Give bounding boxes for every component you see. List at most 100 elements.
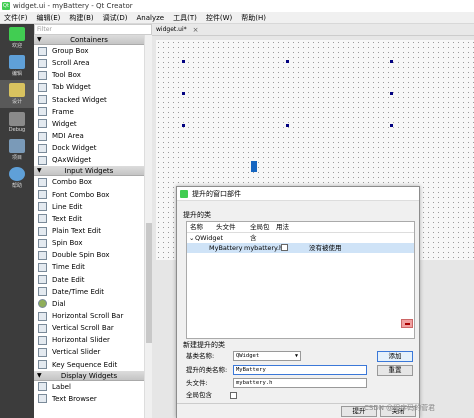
chevron-down-icon: ▼ xyxy=(294,353,298,359)
horizontal-slider-icon xyxy=(38,335,47,345)
menu-debug[interactable]: 调试(D) xyxy=(103,13,128,23)
selection-handle[interactable] xyxy=(390,124,393,127)
vertical-slider-icon xyxy=(38,347,47,357)
chevron-down-icon: ▼ xyxy=(37,371,42,379)
mode-selector: 欢迎 编辑 设计 Debug 项目 帮助 xyxy=(0,24,34,418)
widget-item-vertical-slider[interactable]: Vertical Slider xyxy=(34,346,144,358)
menu-analyze[interactable]: Analyze xyxy=(137,14,165,22)
widget-item-dock-widget[interactable]: Dock Widget xyxy=(34,142,144,154)
widget-item-time-edit[interactable]: Time Edit xyxy=(34,261,144,273)
category-input-widgets[interactable]: ▼ Input Widgets xyxy=(34,166,144,177)
mode-welcome[interactable]: 欢迎 xyxy=(0,24,34,52)
dialog-title-bar: 提升的窗口部件 xyxy=(177,187,419,201)
menu-help[interactable]: 帮助(H) xyxy=(241,13,266,23)
category-containers[interactable]: ▼ Containers xyxy=(34,35,144,45)
widget-filter-input[interactable]: Filter xyxy=(34,24,152,35)
menu-tools[interactable]: 工具(T) xyxy=(173,13,197,23)
col-global: 全局包含 xyxy=(250,223,270,242)
header-file-input[interactable]: mybattery.h xyxy=(233,378,367,388)
close-icon[interactable]: × xyxy=(193,26,199,34)
selection-handle[interactable] xyxy=(182,124,185,127)
base-class-combo[interactable]: QWidget ▼ xyxy=(233,351,301,361)
widget-item-mdi-area[interactable]: MDI Area xyxy=(34,130,144,142)
selection-handle[interactable] xyxy=(182,92,185,95)
selection-handle[interactable] xyxy=(390,92,393,95)
edit-icon xyxy=(9,55,25,69)
widget-item-scroll-area[interactable]: Scroll Area xyxy=(34,57,144,69)
widget-item-date-edit[interactable]: Date Edit xyxy=(34,274,144,286)
label-icon xyxy=(38,382,47,392)
widget-item-text-edit[interactable]: Text Edit xyxy=(34,213,144,225)
mode-help[interactable]: 帮助 xyxy=(0,164,34,192)
selection-handle[interactable] xyxy=(182,60,185,63)
promoted-widgets-dialog: 提升的窗口部件 提升的类 名称 头文件 全局包含 用法 ⌄ QWidget My… xyxy=(176,186,420,418)
menu-build[interactable]: 构建(B) xyxy=(69,13,93,23)
widget-item-frame[interactable]: Frame xyxy=(34,106,144,118)
expand-arrow-icon[interactable]: ⌄ xyxy=(187,233,195,243)
mode-edit[interactable]: 编辑 xyxy=(0,52,34,80)
widget-item-group-box[interactable]: Group Box xyxy=(34,45,144,57)
menu-file[interactable]: 文件(F) xyxy=(4,13,28,23)
delete-button[interactable] xyxy=(401,319,413,328)
menu-edit[interactable]: 编辑(E) xyxy=(37,13,61,23)
widget-item-double-spin-box[interactable]: Double Spin Box xyxy=(34,249,144,261)
mdi-area-icon xyxy=(38,131,47,141)
tree-row-base[interactable]: ⌄ QWidget xyxy=(187,233,414,243)
font-combo-box-icon xyxy=(38,190,47,200)
mode-project[interactable]: 项目 xyxy=(0,136,34,164)
widget-item-label[interactable]: Label xyxy=(34,381,144,393)
mode-debug[interactable]: Debug xyxy=(0,108,34,136)
global-include-checkbox[interactable] xyxy=(281,244,288,251)
widget-item-horizontal-scroll-bar[interactable]: Horizontal Scroll Bar xyxy=(34,310,144,322)
stacked-widget-icon xyxy=(38,95,47,105)
plain-text-edit-icon xyxy=(38,226,47,236)
widget-item-stacked-widget[interactable]: Stacked Widget xyxy=(34,94,144,106)
text-browser-icon xyxy=(38,394,47,404)
reset-button[interactable]: 重置 xyxy=(377,365,413,376)
widget-item-spin-box[interactable]: Spin Box xyxy=(34,237,144,249)
category-display-widgets[interactable]: ▼ Display Widgets xyxy=(34,370,144,381)
widget-item-dial[interactable]: Dial xyxy=(34,298,144,310)
global-include-checkbox[interactable] xyxy=(230,391,237,399)
tree-row-promoted[interactable]: MyBattery mybattery.h 没有被使用 xyxy=(187,243,414,253)
widget-item-font-combo-box[interactable]: Font Combo Box xyxy=(34,189,144,201)
chevron-down-icon: ▼ xyxy=(37,167,42,175)
line-edit-icon xyxy=(38,202,47,212)
widget-item-text-browser[interactable]: Text Browser xyxy=(34,393,144,405)
widget-box-scrollbar[interactable] xyxy=(144,35,152,418)
window-title: widget.ui - myBattery - Qt Creator xyxy=(13,2,133,10)
mode-design[interactable]: 设计 xyxy=(0,80,34,108)
widget-item-line-edit[interactable]: Line Edit xyxy=(34,201,144,213)
header-file-label: 头文件: xyxy=(186,379,208,387)
widget-item-combo-box[interactable]: Combo Box xyxy=(34,176,144,188)
class-name-input[interactable]: MyBattery xyxy=(233,365,367,375)
selection-handle[interactable] xyxy=(286,60,289,63)
widget-item-vertical-scroll-bar[interactable]: Vertical Scroll Bar xyxy=(34,322,144,334)
widget-item-horizontal-slider[interactable]: Horizontal Slider xyxy=(34,334,144,346)
group-box-icon xyxy=(38,46,47,56)
promoted-classes-group-label: 提升的类 xyxy=(183,211,211,219)
help-icon xyxy=(9,167,25,181)
selection-handle[interactable] xyxy=(390,60,393,63)
widget-item-key-sequence-edit[interactable]: Key Sequence Edit xyxy=(34,359,144,371)
widget-item-plain-text-edit[interactable]: Plain Text Edit xyxy=(34,225,144,237)
widget-item-qaxwidget[interactable]: QAxWidget xyxy=(34,154,144,166)
frame-icon xyxy=(38,107,47,117)
slider-handle[interactable] xyxy=(251,161,257,172)
qt-app-icon: Qt xyxy=(2,2,10,10)
widget-item-date-time-edit[interactable]: Date/Time Edit xyxy=(34,286,144,298)
promoted-classes-tree[interactable]: 名称 头文件 全局包含 用法 ⌄ QWidget MyBattery mybat… xyxy=(186,221,415,339)
tool-box-icon xyxy=(38,70,47,80)
add-button[interactable]: 添加 xyxy=(377,351,413,362)
menu-widgets[interactable]: 控件(W) xyxy=(206,13,232,23)
selection-handle[interactable] xyxy=(286,124,289,127)
widget-item-tool-box[interactable]: Tool Box xyxy=(34,69,144,81)
widget-item-tab-widget[interactable]: Tab Widget xyxy=(34,81,144,93)
col-usage: 用法 xyxy=(276,223,289,231)
widget-item-widget[interactable]: Widget xyxy=(34,118,144,130)
debug-icon xyxy=(9,111,25,126)
time-edit-icon xyxy=(38,262,47,272)
editor-tab[interactable]: widget.ui* × xyxy=(152,26,203,34)
vertical-scroll-bar-icon xyxy=(38,323,47,333)
date-time-edit-icon xyxy=(38,287,47,297)
